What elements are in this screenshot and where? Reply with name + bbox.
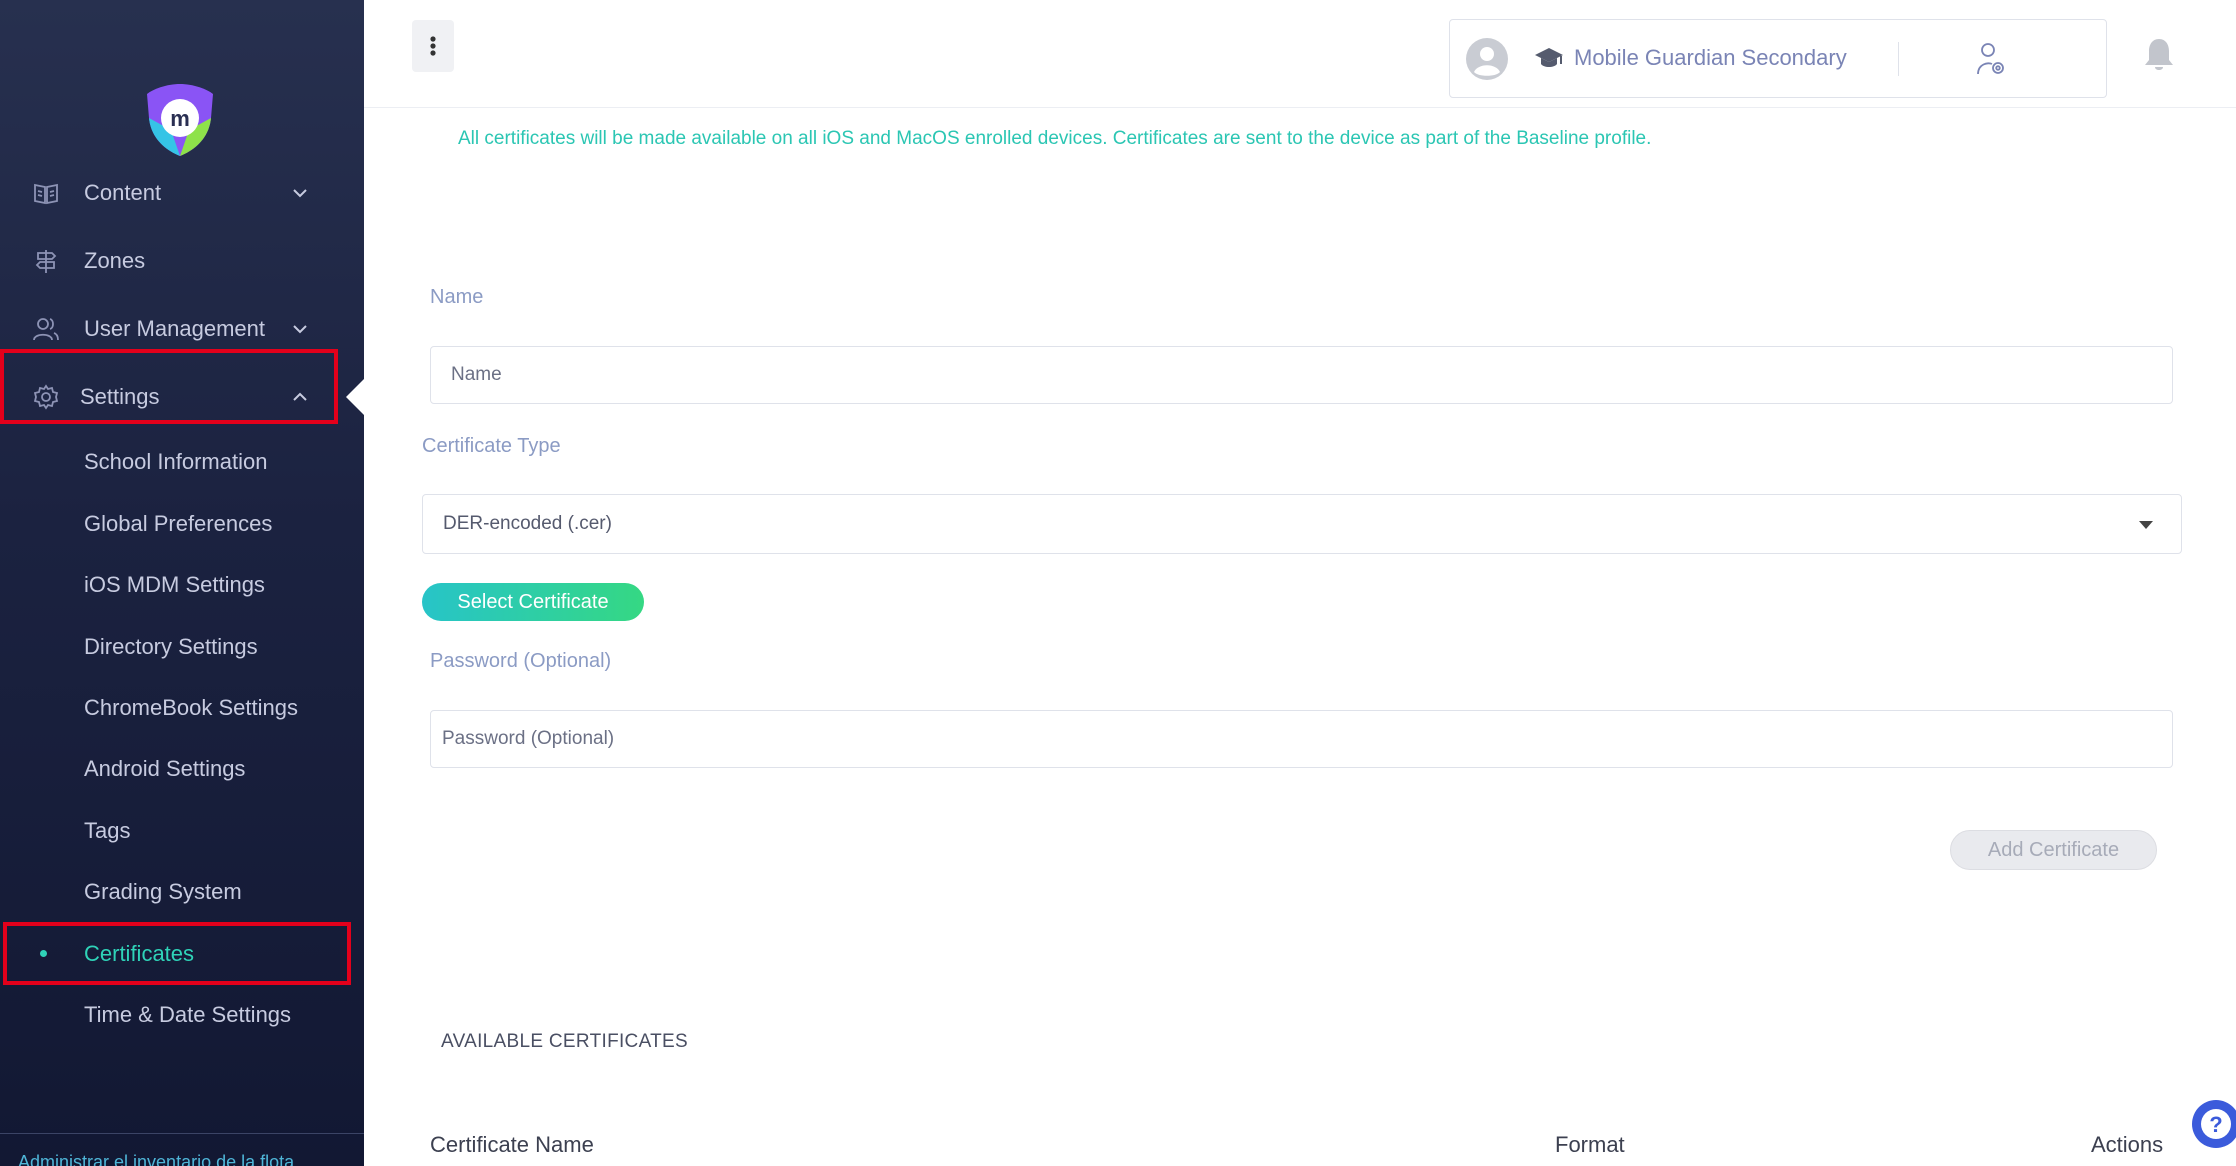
settings-item-ios-mdm-settings[interactable]: iOS MDM Settings	[84, 572, 265, 598]
password-label: Password (Optional)	[430, 650, 612, 672]
nav-content[interactable]: Content	[0, 165, 364, 221]
help-button[interactable]: ?	[2192, 1100, 2236, 1148]
nav-label-content: Content	[84, 180, 162, 205]
column-header-certificate-name[interactable]: Certificate Name	[430, 1132, 594, 1158]
settings-item-grading-system[interactable]: Grading System	[84, 879, 242, 905]
active-pointer	[346, 379, 364, 415]
name-input[interactable]	[430, 346, 2173, 404]
settings-item-android-settings[interactable]: Android Settings	[84, 756, 245, 782]
settings-item-global-preferences[interactable]: Global Preferences	[84, 511, 272, 537]
settings-item-school-information[interactable]: School Information	[84, 449, 267, 475]
password-input[interactable]	[430, 710, 2173, 768]
certificate-type-select[interactable]: DER-encoded (.cer)	[422, 494, 2182, 554]
graduation-cap-icon	[1535, 48, 1563, 67]
school-name: Mobile Guardian Secondary	[1574, 45, 1847, 70]
school-switcher[interactable]: Mobile Guardian Secondary	[1449, 19, 2107, 98]
settings-item-time-date-settings[interactable]: Time & Date Settings	[84, 1002, 291, 1028]
add-certificate-button[interactable]: Add Certificate	[1950, 830, 2157, 870]
svg-text:?: ?	[2209, 1112, 2222, 1137]
certificate-type-value: DER-encoded (.cer)	[443, 513, 612, 534]
settings-item-directory-settings[interactable]: Directory Settings	[84, 634, 258, 660]
chevron-down-icon	[293, 325, 307, 334]
avatar-icon[interactable]	[1466, 38, 1508, 80]
column-header-actions: Actions	[2091, 1132, 2164, 1157]
book-icon	[34, 183, 58, 205]
certificates-highlight-box	[3, 922, 351, 985]
name-label: Name	[430, 286, 484, 308]
svg-text:m: m	[170, 106, 190, 131]
dropdown-caret-icon	[2139, 521, 2153, 529]
users-icon	[33, 318, 59, 341]
settings-item-chromebook-settings[interactable]: ChromeBook Settings	[84, 695, 298, 721]
settings-highlight-box	[0, 349, 338, 424]
signpost-icon	[35, 250, 57, 273]
certificate-type-label: Certificate Type	[422, 435, 561, 457]
vertical-dots-icon	[430, 36, 436, 56]
bell-icon[interactable]	[2142, 36, 2176, 74]
user-settings-icon[interactable]	[1974, 40, 2010, 78]
mobile-guardian-logo[interactable]: m	[141, 80, 219, 158]
select-certificate-button[interactable]: Select Certificate	[422, 583, 644, 621]
sidebar-footer-link[interactable]: Administrar el inventario de la flota	[18, 1152, 294, 1166]
more-menu-button[interactable]	[412, 20, 454, 72]
header-divider	[1898, 42, 1899, 76]
nav-label-zones: Zones	[84, 248, 146, 273]
chevron-down-icon	[293, 189, 307, 198]
available-certificates-title: AVAILABLE CERTIFICATES	[441, 1031, 688, 1052]
nav-label-user-management: User Management	[84, 316, 265, 341]
sidebar-divider	[0, 1133, 364, 1134]
question-icon: ?	[2201, 1109, 2231, 1139]
certificates-info-text: All certificates will be made available …	[458, 128, 1652, 149]
settings-item-tags[interactable]: Tags	[84, 818, 130, 844]
sidebar: m Content Zones User Management Settings…	[0, 0, 364, 1166]
content-card	[390, 108, 2180, 1166]
column-header-format[interactable]: Format	[1555, 1132, 1625, 1158]
nav-zones[interactable]: Zones	[0, 233, 364, 289]
